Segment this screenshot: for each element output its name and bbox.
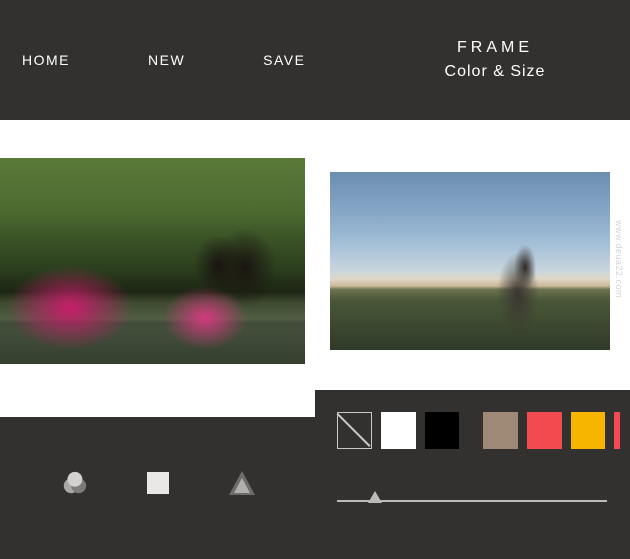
frame-panel [315, 390, 630, 559]
swatch-taupe[interactable] [483, 412, 518, 449]
save-button[interactable]: SAVE [263, 52, 305, 68]
watermark: www.deua22.com [614, 220, 624, 298]
panel-title-line1: FRAME [380, 39, 610, 57]
swatch-white[interactable] [381, 412, 416, 449]
top-bar: HOME NEW SAVE FRAME Color & Size [0, 0, 630, 120]
gallery: www.deua22.com [0, 120, 630, 390]
slider-thumb[interactable] [368, 491, 382, 503]
swatch-black[interactable] [425, 412, 460, 449]
square-icon[interactable] [145, 470, 171, 496]
swatch-row [337, 412, 620, 449]
top-nav: HOME NEW SAVE [0, 52, 380, 68]
bottom-bar [0, 390, 630, 559]
swatch-amber[interactable] [571, 412, 606, 449]
overlap-circles-icon[interactable] [61, 470, 87, 496]
swatch-red[interactable] [527, 412, 562, 449]
new-button[interactable]: NEW [148, 52, 185, 68]
photo-right[interactable] [330, 172, 610, 350]
panel-title-line2: Color & Size [380, 63, 610, 81]
home-button[interactable]: HOME [22, 52, 70, 68]
size-slider[interactable] [337, 491, 607, 511]
tool-row [0, 417, 315, 559]
triangle-icon[interactable] [229, 470, 255, 496]
photo-left[interactable] [0, 158, 305, 364]
swatch-next-partial[interactable] [614, 412, 620, 449]
swatch-none[interactable] [337, 412, 372, 449]
panel-title: FRAME Color & Size [380, 39, 630, 81]
